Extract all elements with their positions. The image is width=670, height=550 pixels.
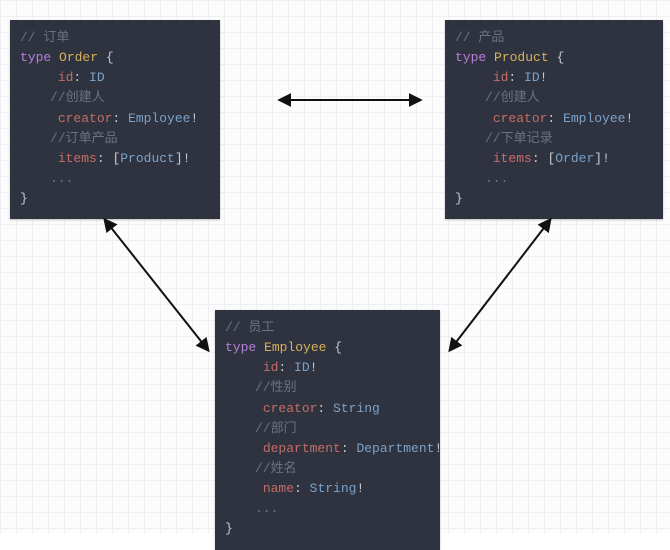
order-type-kw: type	[20, 50, 51, 65]
employee-comment: // 员工	[225, 320, 274, 335]
product-type-name: Product	[494, 50, 549, 65]
product-field-items: items	[493, 151, 532, 166]
employee-field-creator: creator	[263, 401, 318, 416]
employee-field-name: name	[263, 481, 294, 496]
product-field-id: id	[493, 70, 509, 85]
employee-type-kw: type	[225, 340, 256, 355]
employee-field-department: department	[263, 441, 341, 456]
product-type-box: // 产品 type Product { id: ID! //创建人 creat…	[445, 20, 663, 219]
diagram-canvas: // 订单 type Order { id: ID //创建人 creator:…	[0, 0, 670, 533]
employee-field-id: id	[263, 360, 279, 375]
employee-type-name: Employee	[264, 340, 326, 355]
product-field-creator: creator	[493, 111, 548, 126]
order-field-items: items	[58, 151, 97, 166]
arrow-order-employee	[105, 220, 208, 350]
product-comment: // 产品	[455, 30, 504, 45]
order-type-name: Order	[59, 50, 98, 65]
order-field-id: id	[58, 70, 74, 85]
order-type-box: // 订单 type Order { id: ID //创建人 creator:…	[10, 20, 220, 219]
order-comment: // 订单	[20, 30, 69, 45]
product-type-kw: type	[455, 50, 486, 65]
order-field-creator: creator	[58, 111, 113, 126]
arrow-product-employee	[450, 220, 550, 350]
employee-type-box: // 员工 type Employee { id: ID! //性别 creat…	[215, 310, 440, 550]
